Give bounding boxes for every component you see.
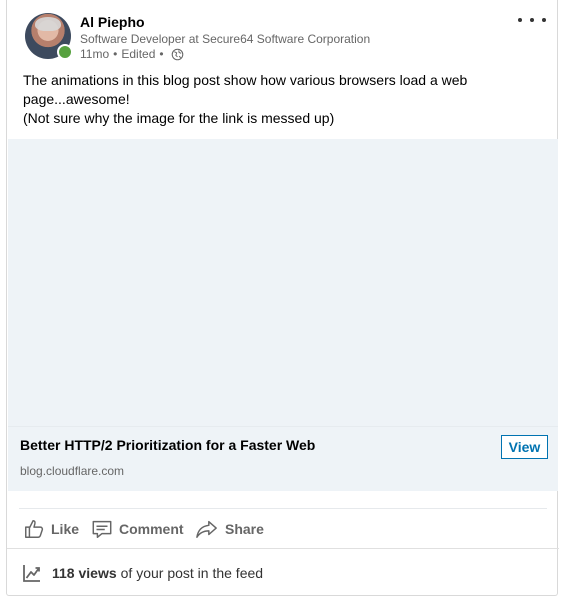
post-text-line: (Not sure why the image for the link is … bbox=[23, 110, 335, 126]
ellipsis-icon-dot bbox=[518, 18, 522, 22]
comment-button[interactable]: Comment bbox=[91, 514, 184, 544]
meta-separator: • bbox=[113, 47, 118, 61]
views-suffix: of your post in the feed bbox=[120, 564, 264, 581]
meta-separator: • bbox=[159, 47, 164, 61]
view-link-button[interactable]: View bbox=[501, 435, 548, 459]
analytics-chart-icon bbox=[23, 564, 40, 582]
views-count: 118 views bbox=[52, 564, 117, 581]
comment-label: Comment bbox=[119, 521, 184, 537]
thumbs-up-icon bbox=[25, 520, 44, 538]
author-name[interactable]: Al Piepho bbox=[80, 14, 145, 30]
ellipsis-icon-dot bbox=[530, 18, 534, 22]
ellipsis-icon-dot bbox=[542, 18, 546, 22]
post-age: 11mo bbox=[80, 47, 110, 61]
more-options-button[interactable] bbox=[518, 12, 546, 28]
share-button[interactable]: Share bbox=[195, 514, 264, 544]
link-domain: blog.cloudflare.com bbox=[20, 464, 125, 478]
link-title[interactable]: Better HTTP/2 Prioritization for a Faste… bbox=[20, 437, 315, 453]
social-actions-bar: Like Comment Share bbox=[7, 510, 559, 546]
author-headline: Software Developer at Secure64 Software … bbox=[80, 32, 371, 46]
like-button[interactable]: Like bbox=[23, 514, 79, 544]
edited-label: Edited bbox=[121, 47, 156, 61]
post-header: Al Piepho Software Developer at Secure64… bbox=[7, 0, 559, 70]
post-text-line: page...awesome! bbox=[23, 91, 130, 107]
online-status-indicator bbox=[57, 44, 73, 60]
post-meta: 11mo • Edited • bbox=[80, 47, 184, 61]
post-text-line: The animations in this blog post show ho… bbox=[23, 72, 468, 88]
actions-divider bbox=[19, 508, 547, 509]
like-label: Like bbox=[51, 521, 80, 537]
comment-icon bbox=[92, 520, 112, 538]
link-preview-image[interactable] bbox=[8, 139, 558, 426]
link-preview-info: Better HTTP/2 Prioritization for a Faste… bbox=[8, 426, 558, 491]
post-text: The animations in this blog post show ho… bbox=[23, 71, 543, 128]
post-card: Al Piepho Software Developer at Secure64… bbox=[6, 0, 559, 596]
share-label: Share bbox=[225, 521, 264, 537]
share-arrow-icon bbox=[196, 520, 217, 538]
globe-icon bbox=[171, 48, 183, 60]
post-views-bar[interactable]: 118 views of your post in the feed bbox=[7, 548, 559, 596]
link-preview[interactable]: Better HTTP/2 Prioritization for a Faste… bbox=[8, 139, 558, 491]
